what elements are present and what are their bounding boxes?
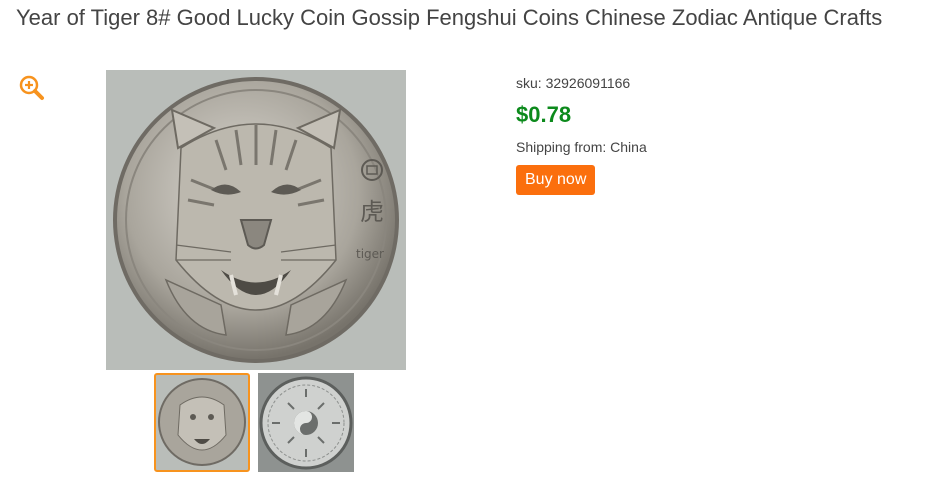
thumbnail-coin-back[interactable] bbox=[258, 373, 354, 472]
buy-now-button[interactable]: Buy now bbox=[516, 165, 596, 195]
shipping-origin: Shipping from: China bbox=[516, 139, 647, 155]
tiger-coin-image: 虎 tiger bbox=[113, 77, 399, 363]
product-sku: sku: 32926091166 bbox=[516, 75, 631, 91]
product-price: $0.78 bbox=[516, 102, 572, 127]
zoom-in-icon[interactable] bbox=[18, 74, 46, 102]
coin-inscription-char: 虎 bbox=[360, 198, 384, 226]
coin-inscription-word: tiger bbox=[356, 247, 384, 261]
main-product-image[interactable]: 虎 tiger bbox=[106, 70, 406, 370]
thumbnail-tiger-coin-front[interactable] bbox=[154, 373, 250, 472]
product-title: Year of Tiger 8# Good Lucky Coin Gossip … bbox=[16, 5, 883, 30]
